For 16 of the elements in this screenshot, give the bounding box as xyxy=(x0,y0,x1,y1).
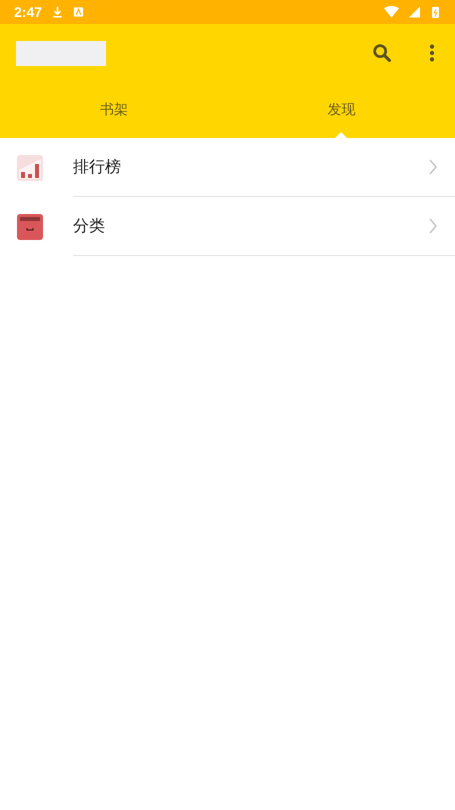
battery-icon xyxy=(430,6,441,18)
drawer-icon xyxy=(17,214,43,240)
wifi-icon xyxy=(384,6,399,18)
tab[interactable]: 书架 xyxy=(0,82,228,138)
list-item[interactable]: 排行榜 xyxy=(73,156,428,178)
signal-icon xyxy=(409,6,420,18)
status-time: 2:47 xyxy=(14,4,42,20)
more-icon[interactable] xyxy=(429,42,435,64)
chevron-right-icon xyxy=(428,217,438,235)
notification-icon xyxy=(73,6,84,18)
search-icon[interactable] xyxy=(371,42,393,64)
list-item[interactable]: 分类 xyxy=(73,216,428,236)
chevron-right-icon xyxy=(428,158,438,176)
bar-chart-icon xyxy=(17,154,43,180)
tab[interactable]: 发现 xyxy=(228,82,455,138)
download-icon xyxy=(52,6,64,18)
